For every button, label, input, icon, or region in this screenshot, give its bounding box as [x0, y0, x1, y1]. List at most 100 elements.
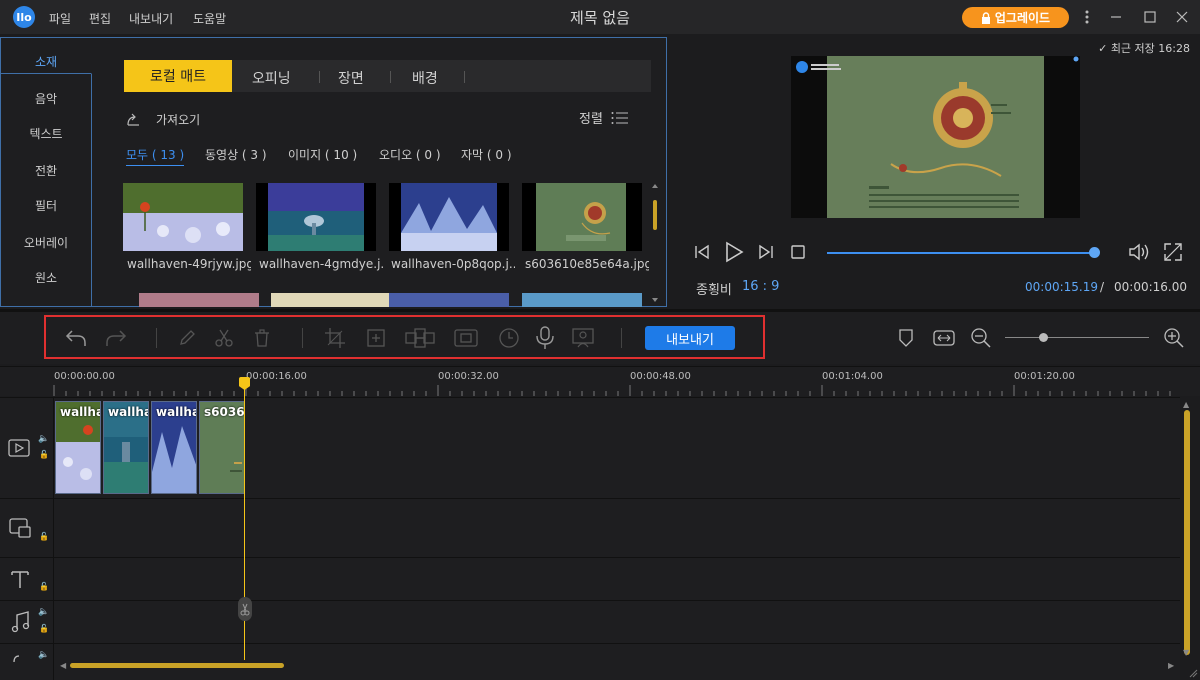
play-icon[interactable]: [724, 241, 744, 266]
filter-image[interactable]: 이미지 ( 10 ): [288, 146, 357, 163]
import-icon: [127, 113, 139, 126]
speaker-icon[interactable]: 🔈: [38, 434, 49, 444]
import-button[interactable]: 가져오기: [126, 111, 200, 128]
media-thumbnail[interactable]: [271, 293, 391, 307]
clip-label: wallhav: [108, 405, 148, 419]
headphone-icon: [13, 655, 20, 662]
sidebar-item-filter[interactable]: 필터: [1, 197, 91, 214]
fullscreen-icon[interactable]: [1163, 242, 1183, 265]
media-thumbnail[interactable]: [522, 183, 642, 251]
menu-edit[interactable]: 편집: [89, 10, 111, 27]
timeline-vertical-scrollbar[interactable]: [1184, 410, 1190, 655]
media-thumbnail[interactable]: [139, 293, 259, 307]
tab-background[interactable]: 배경: [412, 68, 438, 88]
fit-timeline-icon[interactable]: [932, 326, 956, 350]
stop-icon[interactable]: [791, 245, 805, 262]
sidebar-item-text[interactable]: 텍스트: [1, 125, 91, 142]
voiceover-mic-icon[interactable]: [533, 326, 557, 350]
volume-icon[interactable]: [1128, 242, 1150, 265]
mosaic-icon[interactable]: [405, 326, 435, 350]
toolbar-divider: [302, 328, 303, 348]
menu-export[interactable]: 내보내기: [129, 10, 173, 27]
current-time: 00:00:15.19: [1025, 280, 1098, 294]
scroll-right-icon[interactable]: ▶: [1168, 661, 1174, 670]
media-thumbnail[interactable]: [389, 293, 509, 307]
sidebar-item-element[interactable]: 원소: [1, 269, 91, 286]
scroll-left-icon[interactable]: ◀: [60, 661, 66, 670]
sort-button[interactable]: 정렬: [579, 108, 629, 127]
timeline-clip[interactable]: wallhav: [151, 401, 197, 494]
lock-icon[interactable]: 🔓: [39, 450, 49, 459]
sidebar-item-overlay[interactable]: 오버레이: [1, 234, 91, 251]
library-scrollbar[interactable]: [651, 184, 659, 302]
sidebar-item-media[interactable]: 소재: [1, 53, 91, 70]
toolbar-divider: [621, 328, 622, 348]
prev-frame-icon[interactable]: [693, 243, 711, 264]
close-icon[interactable]: [1172, 8, 1192, 26]
marker-icon[interactable]: [894, 326, 918, 350]
scroll-up-icon[interactable]: ▲: [1183, 400, 1189, 409]
timeline-clip[interactable]: wallhav: [55, 401, 101, 494]
sidebar-item-transition[interactable]: 전환: [1, 162, 91, 179]
media-filename: wallhaven-4gmdye.j...: [259, 257, 383, 271]
playback-progress-track[interactable]: [827, 252, 1097, 254]
delete-trash-icon[interactable]: [250, 326, 274, 350]
timeline-ruler[interactable]: 00:00:00.00 00:00:16.00 00:00:32.00 00:0…: [0, 366, 1200, 396]
scroll-down-icon[interactable]: ▼: [1183, 648, 1189, 657]
recent-save-status: ✓ 최근 저장 16:28: [1098, 40, 1190, 56]
export-button[interactable]: 내보내기: [645, 326, 735, 350]
sidebar-item-music[interactable]: 음악: [1, 90, 91, 107]
app-logo-icon: Ilo: [13, 6, 35, 28]
upgrade-button[interactable]: 업그레이드: [962, 7, 1069, 28]
speaker-icon[interactable]: 🔈: [38, 650, 49, 660]
toolbar-divider: [156, 328, 157, 348]
resize-grip-icon[interactable]: [1188, 668, 1198, 678]
duration-clock-icon[interactable]: [497, 326, 521, 350]
video-preview[interactable]: [791, 56, 1080, 218]
playback-progress-knob[interactable]: [1089, 247, 1100, 258]
edit-pencil-icon[interactable]: [175, 326, 199, 350]
undo-icon[interactable]: [64, 326, 88, 350]
zoom-slider-knob[interactable]: [1039, 333, 1048, 342]
lock-icon[interactable]: 🔓: [39, 582, 49, 591]
text-track: 🔓: [0, 557, 1180, 600]
zoom-in-icon[interactable]: [1162, 326, 1186, 350]
tab-scene[interactable]: 장면: [338, 68, 364, 88]
redo-icon[interactable]: [104, 326, 128, 350]
menu-help[interactable]: 도움말: [193, 10, 226, 27]
tab-opening[interactable]: 오피닝: [252, 68, 291, 88]
more-options-icon[interactable]: [1077, 8, 1097, 26]
media-thumbnail[interactable]: [256, 183, 376, 251]
crop-icon[interactable]: [323, 326, 347, 350]
menu-file[interactable]: 파일: [49, 10, 71, 27]
aspect-ratio-value[interactable]: 16 : 9: [742, 279, 779, 294]
track-header: 🔈: [0, 644, 54, 680]
media-filename: s603610e85e64a.jpg: [525, 257, 649, 271]
pip-track-icon: [9, 518, 31, 538]
minimize-icon[interactable]: [1106, 8, 1126, 26]
media-thumbnail[interactable]: [389, 183, 509, 251]
timeline-horizontal-scrollbar[interactable]: [70, 663, 284, 668]
media-thumbnail[interactable]: [123, 183, 243, 251]
timeline-clip[interactable]: wallhav: [103, 401, 149, 494]
tab-local-media[interactable]: 로컬 매트: [124, 60, 232, 92]
media-thumbnail[interactable]: [522, 293, 642, 307]
zoom-crop-icon[interactable]: [364, 326, 388, 350]
filter-all[interactable]: 모두 ( 13 ): [126, 146, 185, 166]
maximize-icon[interactable]: [1140, 8, 1160, 26]
next-frame-icon[interactable]: [757, 243, 775, 264]
timeline-clip[interactable]: s60361: [199, 401, 245, 494]
playhead-split-scissors-icon[interactable]: [238, 597, 252, 621]
filter-subtitle[interactable]: 자막 ( 0 ): [461, 146, 512, 163]
split-scissors-icon[interactable]: [212, 326, 236, 350]
music-track: 🔈 🔓: [0, 600, 1180, 643]
screen-record-icon[interactable]: [571, 326, 595, 350]
filter-audio[interactable]: 오디오 ( 0 ): [379, 146, 441, 163]
lock-icon[interactable]: 🔓: [39, 532, 49, 541]
zoom-slider-track[interactable]: [1005, 337, 1149, 338]
zoom-out-icon[interactable]: [969, 326, 993, 350]
lock-icon[interactable]: 🔓: [39, 624, 49, 633]
freeze-frame-icon[interactable]: [454, 326, 478, 350]
speaker-icon[interactable]: 🔈: [38, 607, 49, 617]
filter-video[interactable]: 동영상 ( 3 ): [205, 146, 267, 163]
